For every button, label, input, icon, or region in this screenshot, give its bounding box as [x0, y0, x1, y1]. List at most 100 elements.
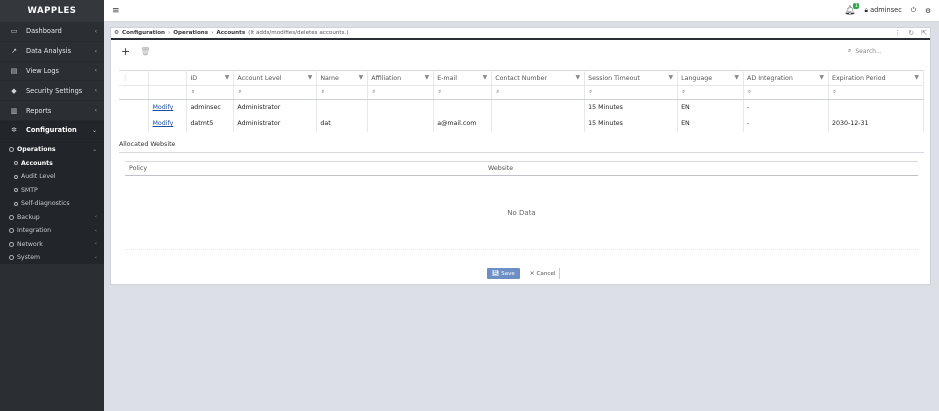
external-link-icon[interactable]: ⇱ — [921, 29, 927, 37]
sidebar-item-view-logs[interactable]: ▤ View Logs ‹ — [0, 62, 104, 82]
column-label: Expiration Period — [831, 74, 886, 82]
column-label: ID — [190, 74, 198, 82]
divider — [119, 152, 924, 153]
settings-icon[interactable]: ⚙ — [925, 7, 931, 15]
cell-email — [433, 99, 493, 116]
filter-cell — [119, 85, 150, 100]
sidebar-item-dashboard[interactable]: ▭ Dashboard ‹ — [0, 22, 104, 42]
breadcrumb-section[interactable]: Operations — [173, 30, 208, 36]
filter-input-email[interactable]: ⌕ — [433, 85, 493, 100]
divider — [125, 249, 918, 250]
sidebar-item-data-analysis[interactable]: ↗ Data Analysis ‹ — [0, 42, 104, 62]
breadcrumb-separator-icon: › — [168, 30, 171, 36]
row-select-cell[interactable] — [119, 115, 150, 132]
chevron-down-icon: ⌄ — [92, 146, 97, 153]
column-header-expiration-period[interactable]: Expiration Period ▼ — [828, 70, 925, 86]
refresh-icon[interactable]: ↻ — [908, 29, 914, 37]
allocated-website-title: Allocated Website — [119, 141, 176, 148]
column-header-ad-integration[interactable]: AD Integration ▼ — [743, 70, 829, 86]
filter-icon[interactable]: ▼ — [483, 74, 488, 81]
search-input[interactable]: ⌕ Search... — [842, 44, 920, 58]
sidebar-item-label: Backup — [17, 213, 40, 221]
modify-link[interactable]: Modify — [152, 120, 173, 127]
delete-icon[interactable]: 🗑︎ — [140, 47, 150, 56]
column-header-account-level[interactable]: Account Level ▼ — [233, 70, 318, 86]
sidebar-item-audit-level[interactable]: Audit Level — [0, 170, 104, 184]
filter-icon[interactable]: ▼ — [668, 74, 673, 81]
filter-input-account-level[interactable]: ⌕ — [233, 85, 318, 100]
accounts-table: ⋮ ID ▼ Account Level ▼ Name ▼ Affiliation ▼ … — [119, 70, 925, 132]
save-button[interactable]: 💾︎ Save — [487, 268, 520, 279]
notification-bell-icon[interactable]: 🔔︎ 1 — [844, 2, 860, 16]
table-row[interactable]: Modify adminsec Administrator 15 Minutes… — [119, 99, 925, 116]
sidebar-item-label: Accounts — [21, 159, 53, 167]
gear-icon: ⚙ — [114, 30, 120, 36]
column-header-policy[interactable]: Policy — [125, 165, 488, 172]
info-icon[interactable]: ⋮ — [894, 29, 901, 37]
filter-icon[interactable]: ▼ — [734, 74, 739, 81]
filter-icon[interactable]: ▼ — [425, 74, 430, 81]
cell-contact-number — [491, 115, 586, 132]
power-icon[interactable]: ⏻ — [911, 6, 916, 15]
filter-input-contact-number[interactable]: ⌕ — [491, 85, 586, 100]
column-header-contact-number[interactable]: Contact Number ▼ — [491, 70, 586, 86]
app-logo: WAPPLES — [0, 0, 104, 22]
sidebar-item-security-settings[interactable]: ◆ Security Settings ‹ — [0, 81, 104, 102]
sidebar-item-label: Data Analysis — [26, 47, 72, 56]
filter-icon[interactable]: ▼ — [359, 74, 364, 81]
column-header-email[interactable]: E-mail ▼ — [433, 70, 493, 86]
sidebar-item-network[interactable]: Network ‹ — [0, 237, 104, 251]
modify-link[interactable]: Modify — [152, 104, 173, 111]
sidebar-item-operations[interactable]: Operations ⌄ — [0, 143, 104, 157]
username: adminsec — [870, 6, 902, 14]
cancel-button[interactable]: ✕ Cancel — [526, 268, 561, 279]
user-menu[interactable]: 🔒︎ adminsec — [864, 6, 901, 15]
sidebar-item-smtp[interactable]: SMTP — [0, 183, 104, 197]
column-header-website[interactable]: Website — [488, 165, 513, 172]
column-header-session-timeout[interactable]: Session Timeout ▼ — [584, 70, 679, 86]
filter-icon[interactable]: ▼ — [819, 74, 824, 81]
sidebar-item-reports[interactable]: ▥ Reports ‹ — [0, 101, 104, 121]
column-label: Affiliation — [371, 74, 402, 82]
filter-icon[interactable]: ▼ — [308, 74, 313, 81]
menu-icon[interactable]: ≡ — [112, 6, 120, 16]
add-button[interactable]: + — [121, 45, 130, 58]
sidebar-item-label: Network — [17, 240, 43, 248]
filter-input-session-timeout[interactable]: ⌕ — [584, 85, 679, 100]
sidebar-item-self-diagnostics[interactable]: Self-diagnostics — [0, 197, 104, 211]
filter-input-affiliation[interactable]: ⌕ — [367, 85, 435, 100]
filter-icon[interactable]: ▼ — [225, 74, 230, 81]
allocated-website-table: Policy Website — [125, 161, 918, 176]
sidebar-item-backup[interactable]: Backup ‹ — [0, 210, 104, 224]
row-select-cell[interactable] — [119, 99, 150, 116]
filter-icon[interactable]: ▼ — [576, 74, 581, 81]
column-label: Name — [320, 74, 339, 82]
column-header-affiliation[interactable]: Affiliation ▼ — [367, 70, 435, 86]
filter-input-language[interactable]: ⌕ — [677, 85, 745, 100]
sidebar-item-accounts[interactable]: Accounts — [0, 156, 104, 170]
top-bar: ≡ 🔔︎ 1 🔒︎ adminsec ⏻ ⚙ — [104, 0, 939, 22]
column-header-id[interactable]: ID ▼ — [186, 70, 235, 86]
filter-icon[interactable]: ▼ — [914, 74, 919, 81]
sidebar-item-system[interactable]: System ‹ — [0, 251, 104, 265]
filter-input-id[interactable]: ⌕ — [186, 85, 235, 100]
chevron-left-icon: ‹ — [94, 214, 97, 221]
column-header-language[interactable]: Language ▼ — [677, 70, 745, 86]
chevron-left-icon: ‹ — [94, 107, 97, 115]
sidebar-item-integration[interactable]: Integration ‹ — [0, 224, 104, 238]
column-header-name[interactable]: Name ▼ — [316, 70, 369, 86]
sidebar-item-configuration[interactable]: ✲ Configuration ⌄ — [0, 120, 104, 141]
breadcrumb: ⚙ Configuration › Operations › Accounts … — [111, 28, 930, 40]
select-all-header[interactable]: ⋮ — [119, 70, 150, 86]
table-row[interactable]: Modify datmt5 Administrator dat a@mail.c… — [119, 115, 925, 132]
cell-expiration-period: 2030-12-31 — [828, 115, 925, 132]
document-icon: ▤ — [10, 66, 18, 75]
filter-input-name[interactable]: ⌕ — [316, 85, 369, 100]
filter-input-ad-integration[interactable]: ⌕ — [743, 85, 829, 100]
cell-ad-integration: - — [743, 99, 829, 116]
sidebar-item-label: Configuration — [26, 126, 77, 135]
filter-input-expiration-period[interactable]: ⌕ — [828, 85, 925, 100]
breadcrumb-root[interactable]: Configuration — [122, 30, 165, 36]
chevron-left-icon: ‹ — [94, 241, 97, 248]
circle-icon — [9, 241, 14, 247]
